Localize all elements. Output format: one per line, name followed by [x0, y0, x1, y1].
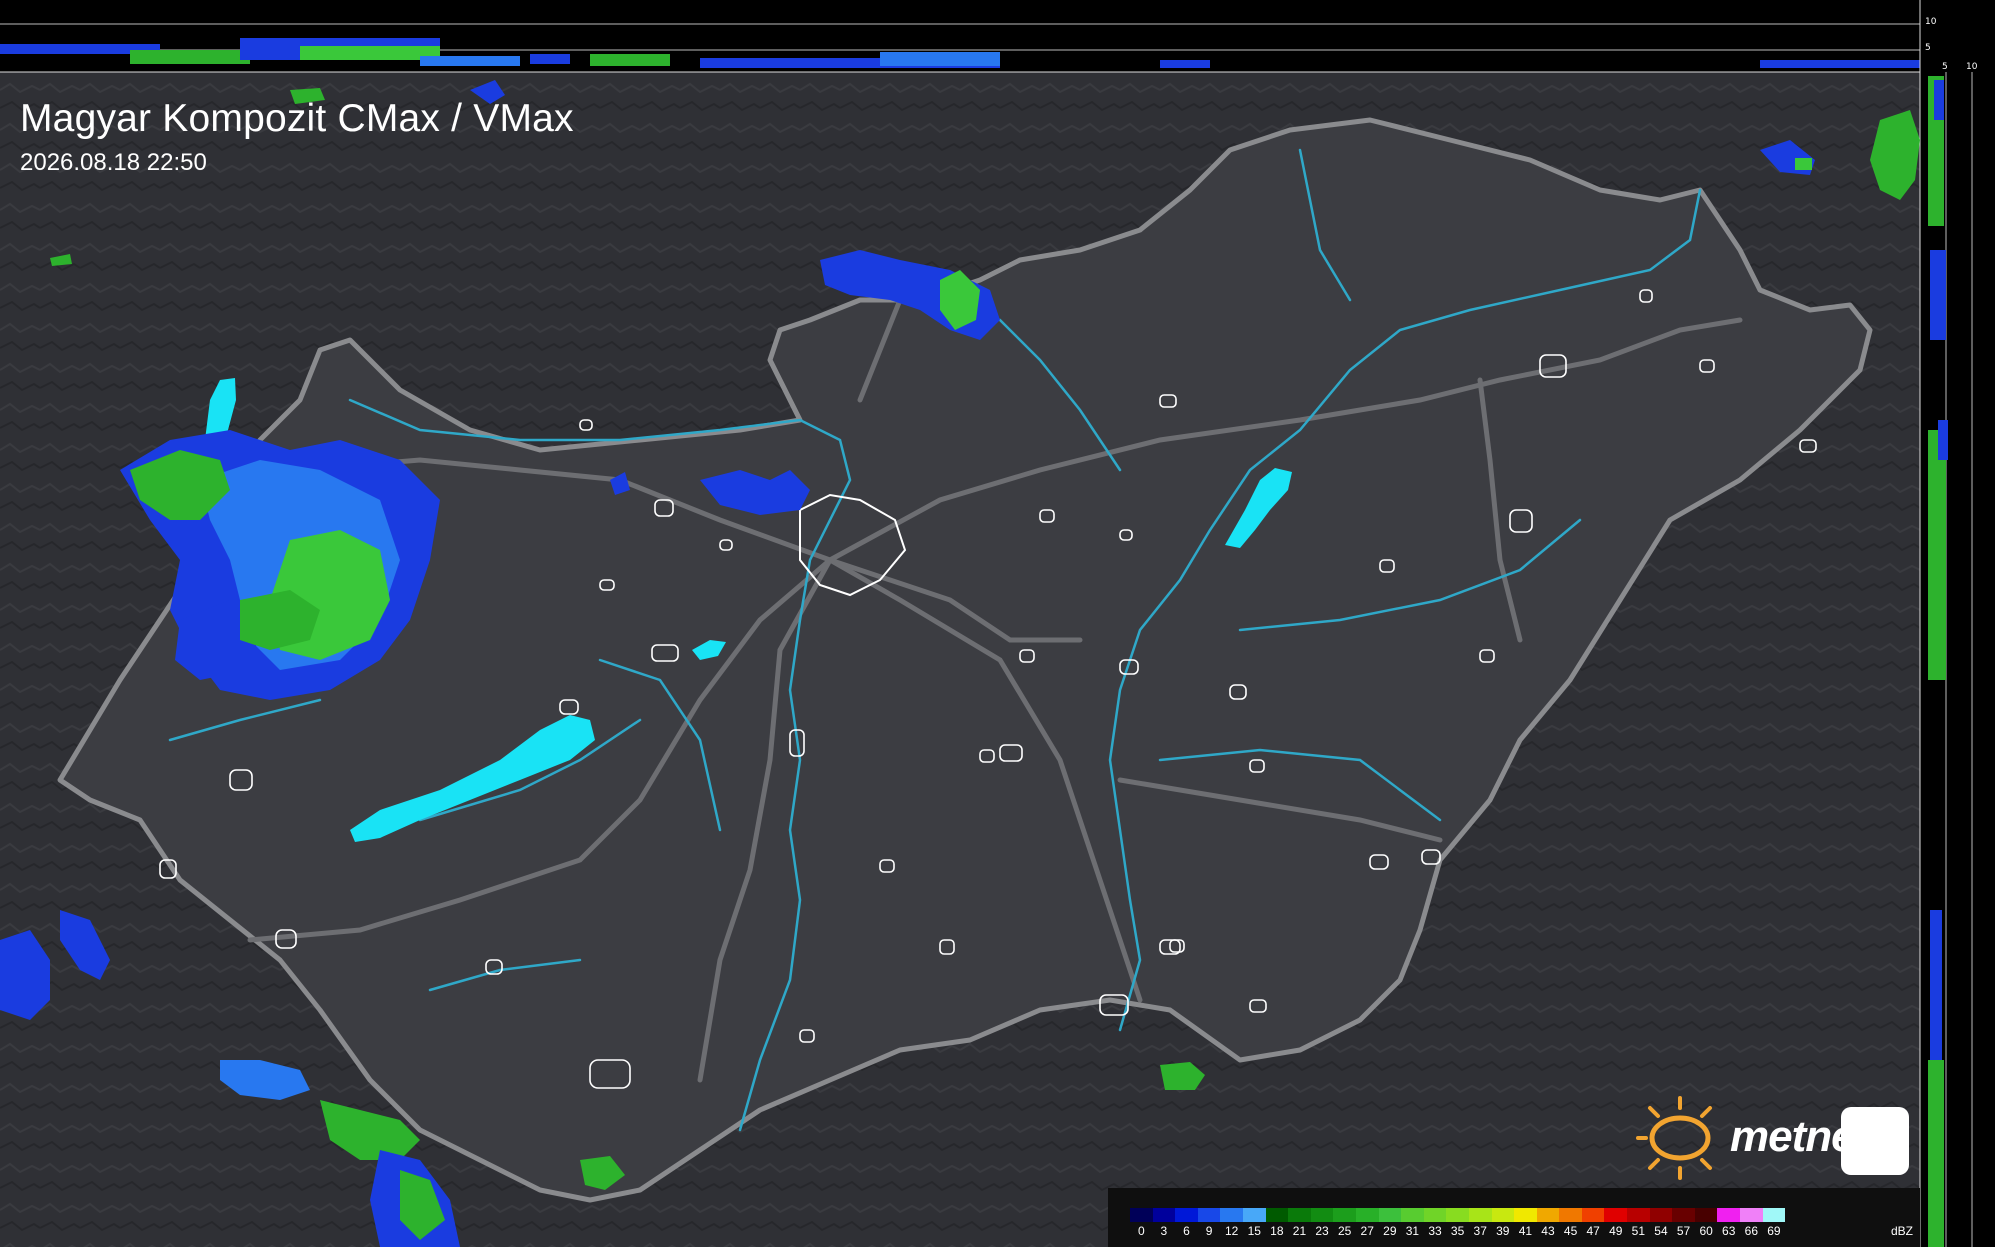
radar-map: 10 5 5 10 — [0, 0, 1995, 1247]
right-profile-tick-5: 5 — [1942, 62, 1948, 72]
legend-swatch — [1265, 1208, 1289, 1222]
top-profile-tick-5: 5 — [1925, 43, 1931, 53]
reflectivity-legend: 0 3 6 9 12 15 18 21 23 25 27 29 31 33 35 37 39 41 43 45 47 49… — [1108, 1188, 1920, 1247]
legend-swatch — [1694, 1208, 1718, 1222]
legend-value-labels: 0 3 6 9 12 15 18 21 23 25 27 29 31 33 35 37 39 41 43 45 47 49… — [1130, 1224, 1785, 1238]
legend-value-label: 69 — [1767, 1224, 1781, 1238]
metnet-logo[interactable]: metnet — [1636, 1102, 1909, 1180]
legend-value-label: 45 — [1563, 1224, 1578, 1238]
legend-value-label: 43 — [1541, 1224, 1555, 1238]
legend-swatch — [1310, 1208, 1334, 1222]
legend-swatch — [1762, 1208, 1786, 1222]
legend-swatch — [1378, 1208, 1402, 1222]
legend-value-label: 21 — [1292, 1224, 1307, 1238]
legend-value-label: 60 — [1699, 1224, 1713, 1238]
legend-value-label: 51 — [1631, 1224, 1646, 1238]
metnet-badge-icon — [1841, 1107, 1909, 1175]
legend-swatch — [1717, 1208, 1741, 1222]
legend-color-bar — [1130, 1208, 1786, 1222]
legend-value-label: 27 — [1360, 1224, 1374, 1238]
legend-swatch — [1627, 1208, 1650, 1222]
legend-swatch — [1672, 1208, 1695, 1222]
legend-value-label: 9 — [1205, 1224, 1213, 1238]
legend-value-label: 18 — [1270, 1224, 1284, 1238]
legend-swatch — [1604, 1208, 1628, 1222]
legend-swatch — [1288, 1208, 1311, 1222]
legend-swatch — [1446, 1208, 1469, 1222]
legend-swatch — [1197, 1208, 1221, 1222]
legend-value-label: 12 — [1224, 1224, 1239, 1238]
legend-swatch — [1649, 1208, 1673, 1222]
legend-value-label: 15 — [1247, 1224, 1261, 1238]
legend-value-label: 33 — [1428, 1224, 1442, 1238]
legend-swatch — [1401, 1208, 1424, 1222]
legend-swatch — [1175, 1208, 1198, 1222]
legend-swatch — [1130, 1208, 1153, 1222]
legend-value-label: 54 — [1654, 1224, 1668, 1238]
legend-value-label: 47 — [1586, 1224, 1600, 1238]
legend-value-label: 23 — [1315, 1224, 1329, 1238]
legend-swatch — [1581, 1208, 1605, 1222]
legend-swatch — [1333, 1208, 1356, 1222]
right-profile-tick-10: 10 — [1966, 62, 1978, 72]
legend-value-label: 25 — [1337, 1224, 1352, 1238]
legend-value-label: 41 — [1518, 1224, 1533, 1238]
legend-swatch — [1514, 1208, 1537, 1222]
legend-value-label: 31 — [1405, 1224, 1420, 1238]
legend-value-label: 35 — [1450, 1224, 1465, 1238]
legend-swatch — [1536, 1208, 1560, 1222]
legend-swatch — [1152, 1208, 1176, 1222]
legend-swatch — [1423, 1208, 1447, 1222]
legend-swatch — [1559, 1208, 1582, 1222]
legend-value-label: 0 — [1137, 1224, 1145, 1238]
legend-value-label: 57 — [1676, 1224, 1691, 1238]
legend-swatch — [1242, 1208, 1266, 1222]
legend-value-label: 66 — [1744, 1224, 1758, 1238]
map-header: Magyar Kompozit CMax / VMax 2026.08.18 2… — [20, 96, 574, 178]
legend-swatch — [1491, 1208, 1515, 1222]
legend-value-label: 63 — [1722, 1224, 1736, 1238]
legend-value-label: 3 — [1160, 1224, 1168, 1238]
legend-value-label: 29 — [1383, 1224, 1397, 1238]
top-profile-tick-10: 10 — [1925, 17, 1937, 27]
legend-value-label: 37 — [1473, 1224, 1487, 1238]
map-title: Magyar Kompozit CMax / VMax — [20, 97, 574, 140]
legend-swatch — [1740, 1208, 1763, 1222]
legend-swatch — [1220, 1208, 1243, 1222]
legend-value-label: 39 — [1496, 1224, 1510, 1238]
legend-unit: dBZ — [1891, 1224, 1914, 1238]
legend-value-label: 6 — [1183, 1224, 1190, 1238]
legend-swatch — [1355, 1208, 1379, 1222]
legend-swatch — [1468, 1208, 1492, 1222]
legend-value-label: 49 — [1609, 1224, 1623, 1238]
map-timestamp: 2026.08.18 22:50 — [20, 149, 207, 176]
